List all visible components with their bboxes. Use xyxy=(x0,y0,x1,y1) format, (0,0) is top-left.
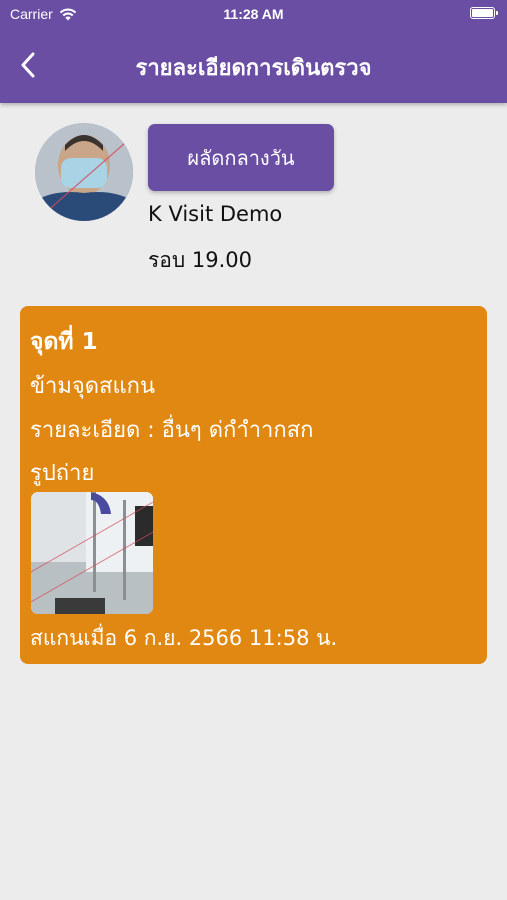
round-label: รอบ 19.00 xyxy=(148,248,253,272)
status-time: 11:28 AM xyxy=(223,6,284,22)
scanned-time: สแกนเมื่อ 6 ก.ย. 2566 11:58 น. xyxy=(30,626,338,650)
photo-label: รูปถ่าย xyxy=(30,461,95,486)
checkpoint-card: จุดที่ 1 ข้ามจุดสแกน รายละเอียด : อื่นๆ … xyxy=(20,306,487,664)
checkpoint-detail: รายละเอียด : อื่นๆ ด่กำำากสก xyxy=(30,418,314,443)
skip-status: ข้ามจุดสแกน xyxy=(30,374,156,399)
avatar-photo xyxy=(35,123,133,221)
checkpoint-title: จุดที่ 1 xyxy=(30,329,98,355)
chevron-left-icon xyxy=(21,52,35,78)
page-title: รายละเอียดการเดินตรวจ xyxy=(135,56,372,81)
back-button[interactable] xyxy=(14,50,42,80)
avatar xyxy=(35,123,133,221)
battery-icon xyxy=(470,7,498,19)
user-name: K Visit Demo xyxy=(148,202,283,226)
checkpoint-photo[interactable] xyxy=(31,492,153,614)
navigation-bar: Carrier 11:28 AM รายละเอียดการเดินตรวจ xyxy=(0,0,507,103)
photo-thumbnail xyxy=(31,492,153,614)
shift-button[interactable]: ผลัดกลางวัน xyxy=(148,124,334,191)
